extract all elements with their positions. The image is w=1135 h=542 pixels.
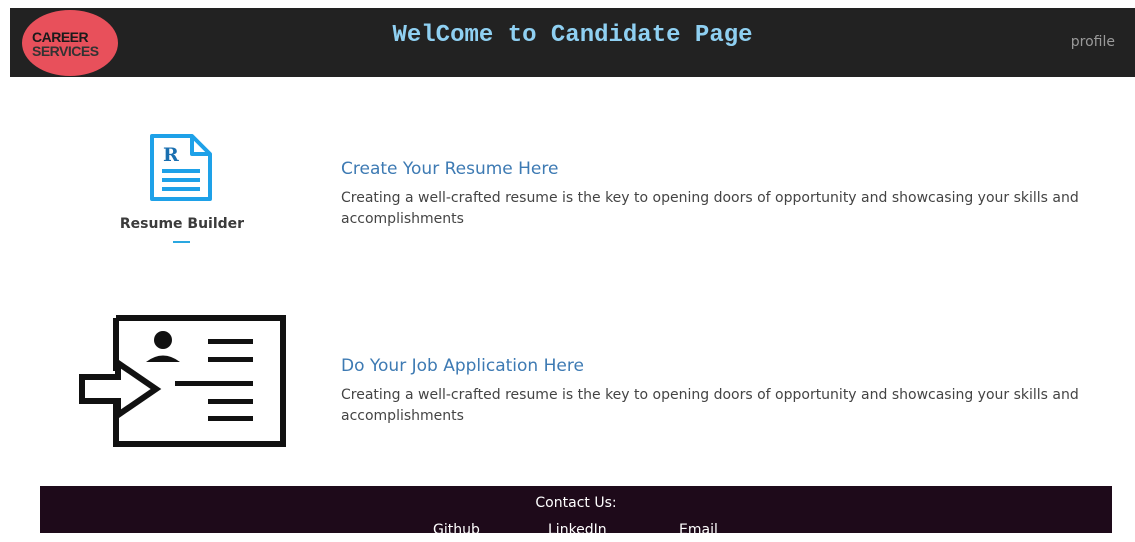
profile-link[interactable]: profile xyxy=(1071,34,1115,50)
contact-footer: Contact Us: Github LinkedIn Email xyxy=(40,486,1112,538)
job-application-card-icon[interactable] xyxy=(78,315,288,447)
resume-document-icon[interactable]: R xyxy=(146,133,216,203)
job-application-link[interactable]: Do Your Job Application Here xyxy=(341,356,584,376)
resume-label-underline xyxy=(173,241,190,243)
github-link[interactable]: Github xyxy=(433,522,480,538)
top-header: CAREER SERVICES WelCome to Candidate Pag… xyxy=(10,8,1135,77)
contact-us-heading: Contact Us: xyxy=(535,495,617,511)
job-application-description: Creating a well-crafted resume is the ke… xyxy=(341,387,1079,424)
svg-text:R: R xyxy=(163,144,179,166)
create-resume-description: Creating a well-crafted resume is the ke… xyxy=(341,190,1079,227)
create-resume-link[interactable]: Create Your Resume Here xyxy=(341,159,558,179)
page-title: WelCome to Candidate Page xyxy=(392,22,753,49)
email-link[interactable]: Email xyxy=(679,522,718,538)
resume-builder-label: Resume Builder xyxy=(119,216,245,232)
linkedin-link[interactable]: LinkedIn xyxy=(548,522,607,538)
